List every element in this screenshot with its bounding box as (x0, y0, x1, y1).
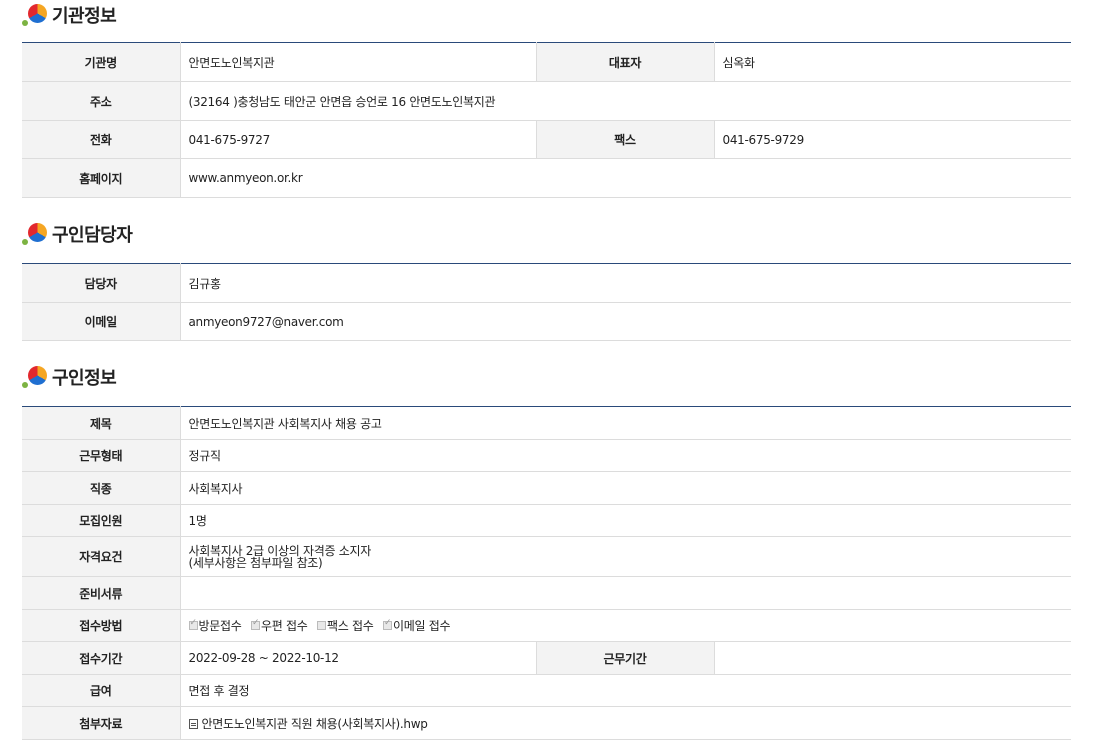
table-row: 담당자 김규홍 (22, 263, 1071, 303)
checkbox-label: 이메일 접수 (392, 619, 451, 633)
fax-label: 팩스 (535, 120, 715, 159)
checkbox-icon (188, 618, 198, 630)
job-info-table: 제목 안면도노인복지관 사회복지사 채용 공고 근무형태 정규직 직종 사회복지… (22, 406, 1072, 740)
org-name-value: 안면도노인복지관 (180, 42, 536, 82)
fax-value: 041-675-9729 (713, 120, 1071, 159)
checkbox-label: 방문접수 (198, 619, 242, 633)
table-row: 주소 (32164 )충청남도 태안군 안면읍 승언로 16 안면도노인복지관 (22, 81, 1071, 121)
subject-value: 안면도노인복지관 사회복지사 채용 공고 (180, 406, 1072, 440)
method-visit-checkbox[interactable]: 방문접수 (188, 617, 242, 634)
method-email-checkbox[interactable]: 이메일 접수 (382, 617, 451, 634)
table-row: 홈페이지 www.anmyeon.or.kr (22, 158, 1071, 198)
address-label: 주소 (22, 81, 181, 121)
rep-label: 대표자 (535, 42, 715, 82)
org-section-header: 기관정보 (22, 0, 117, 30)
subject-label: 제목 (22, 406, 181, 440)
file-icon (188, 718, 198, 729)
headcount-label: 모집인원 (22, 504, 181, 537)
homepage-link[interactable]: www.anmyeon.or.kr (180, 158, 1071, 198)
worktype-value: 정규직 (180, 439, 1072, 472)
method-fax-checkbox[interactable]: 팩스 접수 (316, 617, 374, 634)
manager-label: 담당자 (22, 263, 181, 303)
jobtype-value: 사회복지사 (180, 471, 1072, 505)
method-label: 접수방법 (22, 609, 181, 642)
table-row: 근무형태 정규직 (22, 439, 1072, 472)
documents-label: 준비서류 (22, 576, 181, 610)
checkbox-label: 우편 접수 (260, 619, 308, 633)
rep-value: 심옥화 (713, 42, 1071, 82)
attachment-link[interactable]: 안면도노인복지관 직원 채용(사회복지사).hwp (202, 717, 428, 731)
table-row: 급여 면접 후 결정 (22, 674, 1072, 707)
work-period-value (713, 641, 1072, 675)
section-title: 구인정보 (52, 368, 117, 389)
qualification-line: 사회복지사 2급 이상의 자격증 소지자 (188, 543, 372, 558)
pie-chart-icon (22, 364, 48, 390)
qualification-note: (세부사항은 첨부파일 참조) (188, 555, 323, 570)
period-label: 접수기간 (22, 641, 181, 675)
documents-value (180, 576, 1072, 610)
table-row: 기관명 안면도노인복지관 대표자 심옥화 (22, 42, 1071, 82)
qualification-label: 자격요건 (22, 536, 181, 577)
pie-chart-icon (22, 221, 48, 247)
table-row: 자격요건 사회복지사 2급 이상의 자격증 소지자 (세부사항은 첨부파일 참조… (22, 536, 1072, 577)
checkbox-icon (382, 618, 392, 630)
phone-label: 전화 (22, 120, 181, 159)
contact-section-header: 구인담당자 (22, 219, 133, 249)
table-row: 제목 안면도노인복지관 사회복지사 채용 공고 (22, 406, 1072, 440)
headcount-value: 1명 (180, 504, 1072, 537)
org-info-table: 기관명 안면도노인복지관 대표자 심옥화 주소 (32164 )충청남도 태안군… (22, 42, 1071, 198)
table-row: 전화 041-675-9727 팩스 041-675-9729 (22, 120, 1071, 159)
salary-value: 면접 후 결정 (180, 674, 1072, 707)
email-value: anmyeon9727@naver.com (180, 302, 1071, 341)
table-row: 모집인원 1명 (22, 504, 1072, 537)
job-section-header: 구인정보 (22, 362, 117, 392)
phone-value: 041-675-9727 (180, 120, 536, 159)
table-row: 접수방법 방문접수 우편 접수 팩스 접수 이메일 접수 (22, 609, 1072, 642)
qualification-value: 사회복지사 2급 이상의 자격증 소지자 (세부사항은 첨부파일 참조) (180, 536, 1072, 577)
work-period-label: 근무기간 (535, 641, 715, 675)
org-name-label: 기관명 (22, 42, 181, 82)
method-options: 방문접수 우편 접수 팩스 접수 이메일 접수 (180, 609, 1072, 642)
attachment-cell: 안면도노인복지관 직원 채용(사회복지사).hwp (180, 706, 1072, 740)
method-mail-checkbox[interactable]: 우편 접수 (250, 617, 308, 634)
worktype-label: 근무형태 (22, 439, 181, 472)
table-row: 첨부자료 안면도노인복지관 직원 채용(사회복지사).hwp (22, 706, 1072, 740)
pie-chart-icon (22, 2, 48, 28)
checkbox-icon (316, 621, 326, 630)
attachment-label: 첨부자료 (22, 706, 181, 740)
email-label: 이메일 (22, 302, 181, 341)
jobtype-label: 직종 (22, 471, 181, 505)
table-row: 이메일 anmyeon9727@naver.com (22, 302, 1071, 341)
section-title: 구인담당자 (52, 225, 133, 246)
checkbox-icon (250, 618, 260, 630)
table-row: 접수기간 2022-09-28 ~ 2022-10-12 근무기간 (22, 641, 1072, 675)
manager-value: 김규홍 (180, 263, 1071, 303)
table-row: 준비서류 (22, 576, 1072, 610)
salary-label: 급여 (22, 674, 181, 707)
table-row: 직종 사회복지사 (22, 471, 1072, 505)
homepage-label: 홈페이지 (22, 158, 181, 198)
checkbox-label: 팩스 접수 (326, 619, 374, 633)
section-title: 기관정보 (52, 6, 117, 27)
address-value: (32164 )충청남도 태안군 안면읍 승언로 16 안면도노인복지관 (180, 81, 1071, 121)
contact-info-table: 담당자 김규홍 이메일 anmyeon9727@naver.com (22, 263, 1071, 341)
period-value: 2022-09-28 ~ 2022-10-12 (180, 641, 536, 675)
